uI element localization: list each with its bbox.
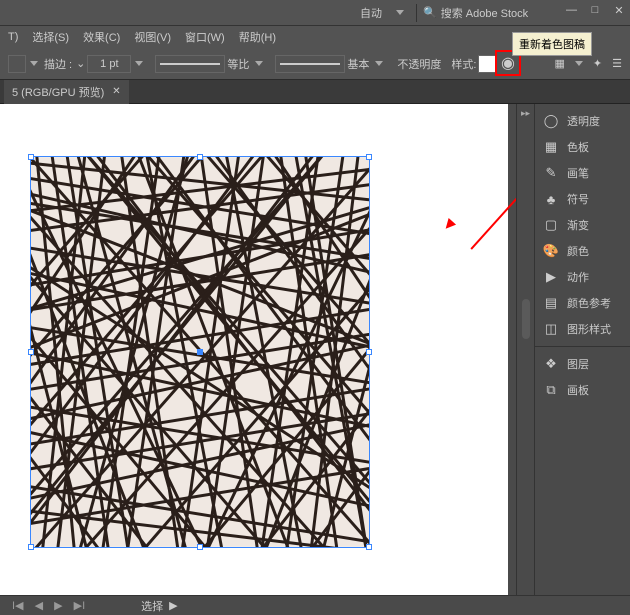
profile-dropdown[interactable] bbox=[155, 55, 225, 73]
tab-title: 5 (RGB/GPU 预览) bbox=[12, 84, 104, 100]
window-close[interactable]: ✕ bbox=[614, 4, 624, 17]
chevron-down-icon bbox=[396, 10, 404, 15]
status-chevron[interactable]: ▶ bbox=[169, 599, 177, 612]
recolor-tooltip: 重新着色图稿 bbox=[512, 32, 592, 56]
selection-handle[interactable] bbox=[366, 154, 372, 160]
color-icon: 🎨 bbox=[543, 243, 559, 259]
style-label: 样式: bbox=[451, 56, 476, 72]
canvas[interactable] bbox=[0, 104, 516, 599]
stroke-label: 描边 : bbox=[44, 56, 72, 72]
selection-handle[interactable] bbox=[197, 154, 203, 160]
panel-separator bbox=[535, 346, 630, 347]
right-panel-dock: ◯透明度 ▦色板 ✎画笔 ♣符号 ▢渐变 🎨颜色 ▶动作 ▤颜色参考 ◫图形样式… bbox=[534, 104, 630, 599]
panel-gradient[interactable]: ▢渐变 bbox=[535, 212, 630, 238]
workspace-dropdown[interactable]: 自动 bbox=[354, 3, 410, 23]
menu-select[interactable]: 选择(S) bbox=[28, 27, 73, 47]
stroke-swatch[interactable] bbox=[8, 55, 26, 73]
brush-label: 基本 bbox=[347, 56, 369, 72]
panel-strip: ▸▸ bbox=[516, 104, 534, 599]
color-wheel-icon: ◉ bbox=[501, 53, 515, 73]
chevron-down-icon[interactable] bbox=[30, 61, 38, 66]
expand-panels-icon[interactable]: ▸▸ bbox=[521, 108, 530, 119]
layers-icon: ❖ bbox=[543, 356, 559, 372]
nav-first[interactable]: I◀ bbox=[8, 600, 28, 612]
artboard-nav: I◀ ◀ ▶ ▶I bbox=[8, 599, 89, 612]
artboard bbox=[0, 104, 508, 599]
menu-type[interactable]: T) bbox=[4, 29, 22, 45]
selection-handle[interactable] bbox=[197, 544, 203, 550]
panel-graphicstyles[interactable]: ◫图形样式 bbox=[535, 316, 630, 342]
nav-last[interactable]: ▶I bbox=[70, 600, 90, 612]
actions-icon: ▶ bbox=[543, 269, 559, 285]
stroke-weight-field[interactable]: 1 pt bbox=[87, 55, 131, 73]
menu-effect[interactable]: 效果(C) bbox=[79, 27, 124, 47]
selected-object[interactable] bbox=[30, 156, 370, 548]
gradient-icon: ▢ bbox=[543, 217, 559, 233]
panel-transparency[interactable]: ◯透明度 bbox=[535, 108, 630, 134]
search-box[interactable]: 🔍 搜索 Adobe Stock bbox=[423, 5, 528, 21]
document-tab-bar: 5 (RGB/GPU 预览) ✕ bbox=[0, 80, 630, 104]
search-placeholder: 搜索 Adobe Stock bbox=[441, 5, 528, 21]
swatches-icon: ▦ bbox=[543, 139, 559, 155]
workspace-label: 自动 bbox=[360, 5, 382, 21]
nav-next[interactable]: ▶ bbox=[50, 600, 66, 612]
panel-actions[interactable]: ▶动作 bbox=[535, 264, 630, 290]
panel-symbols[interactable]: ♣符号 bbox=[535, 186, 630, 212]
chevron-down-icon[interactable] bbox=[255, 61, 263, 66]
transform-icon[interactable]: ✦ bbox=[593, 57, 602, 70]
selection-handle[interactable] bbox=[28, 154, 34, 160]
graphicstyles-icon: ◫ bbox=[543, 321, 559, 337]
chevron-down-icon[interactable] bbox=[135, 61, 143, 66]
panel-artboards[interactable]: ⧉画板 bbox=[535, 377, 630, 403]
selection-handle[interactable] bbox=[366, 544, 372, 550]
stepper-down-icon[interactable]: ⌄ bbox=[76, 57, 85, 70]
symbols-icon: ♣ bbox=[543, 191, 559, 207]
selection-center[interactable] bbox=[197, 349, 203, 355]
menu-help[interactable]: 帮助(H) bbox=[235, 27, 280, 47]
status-tool-label: 选择 bbox=[141, 598, 163, 614]
colorguide-icon: ▤ bbox=[543, 295, 559, 311]
divider bbox=[416, 4, 417, 22]
panel-brushes[interactable]: ✎画笔 bbox=[535, 160, 630, 186]
nav-prev[interactable]: ◀ bbox=[31, 600, 47, 612]
panel-color[interactable]: 🎨颜色 bbox=[535, 238, 630, 264]
document-tab[interactable]: 5 (RGB/GPU 预览) ✕ bbox=[4, 80, 129, 104]
menu-icon[interactable]: ☰ bbox=[612, 57, 622, 70]
selection-handle[interactable] bbox=[28, 349, 34, 355]
brush-dropdown[interactable] bbox=[275, 55, 345, 73]
menu-view[interactable]: 视图(V) bbox=[130, 27, 175, 47]
opacity-label[interactable]: 不透明度 bbox=[397, 56, 441, 72]
window-minimize[interactable]: — bbox=[566, 4, 576, 17]
panel-layers[interactable]: ❖图层 bbox=[535, 351, 630, 377]
transparency-icon: ◯ bbox=[543, 113, 559, 129]
align-icon[interactable]: ▦ bbox=[555, 57, 565, 70]
chevron-down-icon[interactable] bbox=[575, 61, 583, 66]
brushes-icon: ✎ bbox=[543, 165, 559, 181]
artboards-icon: ⧉ bbox=[543, 382, 559, 398]
scrollbar-thumb[interactable] bbox=[522, 299, 530, 339]
panel-swatches[interactable]: ▦色板 bbox=[535, 134, 630, 160]
status-bar: I◀ ◀ ▶ ▶I 选择 ▶ bbox=[0, 595, 630, 615]
menu-window[interactable]: 窗口(W) bbox=[181, 27, 229, 47]
style-swatch[interactable] bbox=[478, 55, 496, 73]
selection-handle[interactable] bbox=[28, 544, 34, 550]
window-maximize[interactable]: □ bbox=[590, 4, 600, 17]
panel-colorguide[interactable]: ▤颜色参考 bbox=[535, 290, 630, 316]
chevron-down-icon[interactable] bbox=[375, 61, 383, 66]
profile-label: 等比 bbox=[227, 56, 249, 72]
selection-handle[interactable] bbox=[366, 349, 372, 355]
search-icon: 🔍 bbox=[423, 6, 437, 19]
tab-close-icon[interactable]: ✕ bbox=[112, 86, 120, 97]
